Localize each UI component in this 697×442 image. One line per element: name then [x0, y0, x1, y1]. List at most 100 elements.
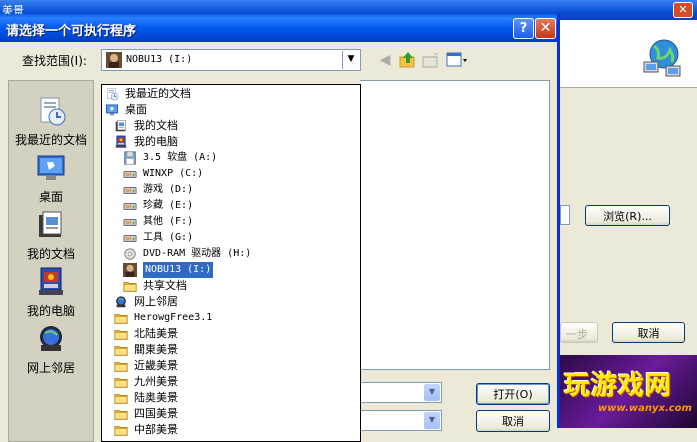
dropdown-item[interactable]: 我的文档	[114, 118, 178, 134]
folder-icon	[114, 327, 130, 341]
folder-icon	[114, 311, 130, 325]
place-my-computer[interactable]: 我的电脑	[9, 266, 93, 319]
desktop-icon	[105, 103, 121, 117]
chevron-down-icon[interactable]: ▼	[424, 384, 440, 401]
folder-icon	[114, 359, 130, 373]
dropdown-item-label: WINXP (C:)	[143, 168, 204, 179]
place-label: 网上邻居	[26, 361, 75, 375]
folder-icon	[123, 279, 139, 293]
lookin-dropdown-list[interactable]: 我最近的文档 桌面我的文档我的电脑 3.5 软盘 (A:) WINXP (C:) 游戏 …	[101, 84, 361, 442]
chevron-down-icon[interactable]: ▼	[342, 51, 359, 69]
close-button[interactable]: ✕	[535, 18, 556, 39]
background-close-icon[interactable]: ✕	[673, 2, 693, 18]
ad-url: www.wanyx.com	[598, 403, 692, 414]
folder-icon	[114, 375, 130, 389]
folder-icon	[114, 343, 130, 357]
dropdown-item-label: 工具 (G:)	[143, 232, 194, 243]
up-folder-icon[interactable]	[399, 51, 417, 69]
dropdown-item[interactable]: 關東美景	[114, 342, 178, 358]
dropdown-item[interactable]: 我最近的文档	[105, 86, 191, 102]
dropdown-item[interactable]: 共享文档	[123, 278, 187, 294]
background-path-input[interactable]	[560, 205, 570, 225]
dropdown-item[interactable]: 其他 (F:)	[123, 214, 193, 230]
network-icon	[114, 295, 130, 309]
help-button[interactable]: ?	[513, 18, 534, 39]
dropdown-item-label: 其他 (F:)	[143, 216, 194, 227]
dropdown-item-label: 陆奥美景	[134, 391, 178, 404]
background-cancel-button[interactable]: 取消	[612, 322, 685, 343]
new-folder-icon[interactable]	[422, 51, 440, 69]
place-desktop[interactable]: 桌面	[9, 152, 93, 205]
dropdown-item-label: 我的文档	[134, 119, 178, 132]
dropdown-item-label: DVD-RAM 驱动器 (H:)	[143, 248, 252, 259]
dropdown-item-label: 北陆美景	[134, 327, 178, 340]
folder-icon	[114, 423, 130, 437]
dropdown-item-label: 九州美景	[134, 375, 178, 388]
drive-icon	[123, 231, 139, 245]
dropdown-item-label: 中部美景	[134, 423, 178, 436]
dropdown-item[interactable]: 游戏 (D:)	[123, 182, 193, 198]
nobu-drive-icon	[123, 263, 139, 277]
place-label: 我的文档	[26, 247, 75, 261]
place-label: 桌面	[38, 190, 63, 204]
folder-icon	[114, 391, 130, 405]
drive-icon	[123, 215, 139, 229]
open-file-dialog: 请选择一个可执行程序 ? ✕ 查找范围(I): NOBU13 (I:) ▼ ◀ …	[0, 14, 560, 442]
dropdown-item[interactable]: 九州美景	[114, 374, 178, 390]
places-bar: 我最近的文档 桌面我的文档我的电脑网上邻居	[8, 80, 94, 442]
folder-icon	[114, 407, 130, 421]
dropdown-item[interactable]: 陆奥美景	[114, 390, 178, 406]
place-recent-docs[interactable]: 我最近的文档	[9, 95, 93, 148]
network-globe-icon	[643, 39, 681, 77]
dropdown-item[interactable]: 工具 (G:)	[123, 230, 193, 246]
dropdown-item[interactable]: 网上邻居	[114, 294, 178, 310]
dropdown-item[interactable]: 四国美景	[114, 406, 178, 422]
dropdown-item-label: 桌面	[125, 103, 147, 116]
dropdown-item-label: 3.5 软盘 (A:)	[143, 152, 218, 163]
dialog-title: 请选择一个可执行程序	[6, 24, 137, 39]
dropdown-item[interactable]: WINXP (C:)	[123, 166, 203, 182]
dropdown-item[interactable]: 近畿美景	[114, 358, 178, 374]
dropdown-item[interactable]: 北陆美景	[114, 326, 178, 342]
filename-combobox[interactable]: ▼	[360, 382, 442, 403]
browse-button[interactable]: 浏览(R)...	[585, 205, 670, 226]
recent-docs-icon	[105, 87, 121, 101]
dropdown-item[interactable]: DVD-RAM 驱动器 (H:)	[123, 246, 251, 262]
dropdown-item-label: 關東美景	[134, 343, 178, 356]
dropdown-item-label: 近畿美景	[134, 359, 178, 372]
dropdown-item[interactable]: HerowgFree3.1	[114, 310, 212, 326]
dropdown-item-label: 我的电脑	[134, 135, 178, 148]
drive-icon	[123, 199, 139, 213]
open-button[interactable]: 打开(O)	[476, 383, 550, 405]
dropdown-item[interactable]: 中部美景	[114, 422, 178, 438]
dropdown-item-label: 四国美景	[134, 407, 178, 420]
dropdown-item-label: 游戏 (D:)	[143, 184, 194, 195]
file-list[interactable]	[360, 80, 550, 370]
cancel-button[interactable]: 取消	[476, 410, 550, 432]
place-label: 我最近的文档	[14, 133, 87, 147]
dropdown-item-label: 共享文档	[143, 279, 187, 292]
recent-docs-icon	[35, 95, 67, 127]
dropdown-item[interactable]: 桌面	[105, 102, 147, 118]
dropdown-item[interactable]: 珍藏 (E:)	[123, 198, 193, 214]
place-my-documents[interactable]: 我的文档	[9, 209, 93, 262]
my-computer-icon	[35, 266, 67, 298]
dropdown-item[interactable]: 3.5 软盘 (A:)	[123, 150, 217, 166]
dropdown-item-label: 珍藏 (E:)	[143, 200, 194, 211]
dropdown-item-label: 网上邻居	[134, 295, 178, 308]
place-label: 我的电脑	[26, 304, 75, 318]
dropdown-item[interactable]: NOBU13 (I:)	[123, 262, 214, 278]
back-icon[interactable]: ◀	[376, 51, 394, 69]
desktop-icon	[35, 152, 67, 184]
dvd-icon	[123, 247, 139, 261]
dropdown-item[interactable]: 我的电脑	[114, 134, 178, 150]
back-button[interactable]: < 上一步(B)	[560, 322, 598, 343]
lookin-combobox[interactable]: NOBU13 (I:) ▼	[101, 49, 361, 71]
place-network[interactable]: 网上邻居	[9, 323, 93, 376]
chevron-down-icon[interactable]: ▼	[424, 412, 440, 429]
ad-logo-text: 玩游戏网	[564, 371, 673, 401]
drive-icon	[123, 183, 139, 197]
background-header-panel	[560, 20, 697, 88]
ad-banner: 玩游戏网 www.wanyx.com	[560, 355, 697, 428]
view-menu-icon[interactable]	[446, 51, 468, 69]
